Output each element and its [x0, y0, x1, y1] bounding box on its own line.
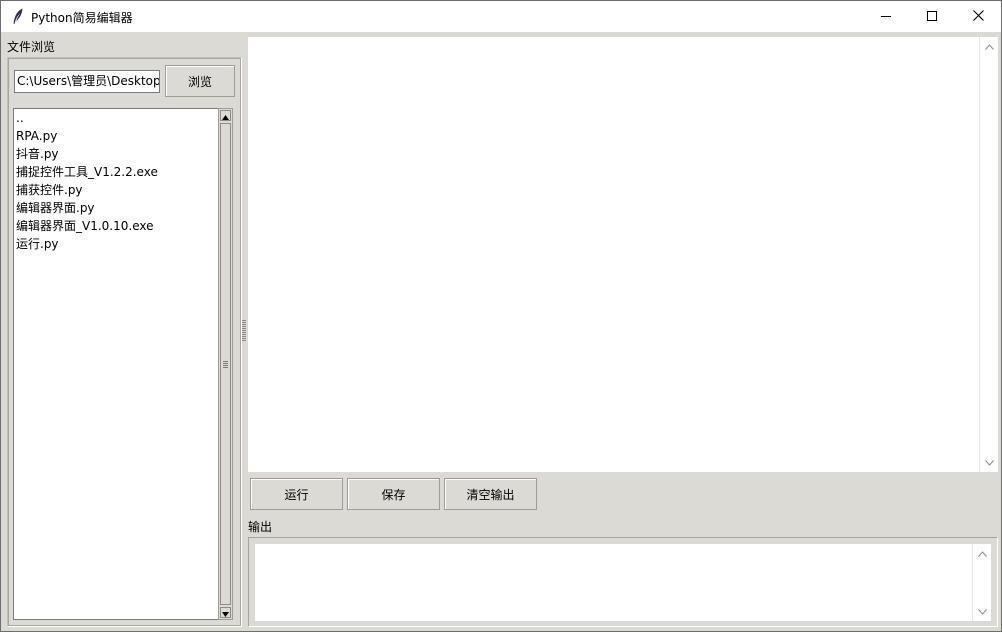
list-item[interactable]: RPA.py [14, 127, 218, 145]
scroll-down-button[interactable] [220, 607, 231, 618]
window-title: Python简易编辑器 [31, 11, 133, 25]
code-editor[interactable] [248, 37, 979, 472]
browse-button-label: 浏览 [187, 74, 212, 89]
file-browser-label: 文件浏览 [7, 40, 56, 54]
close-button[interactable] [955, 1, 1001, 32]
browse-button[interactable]: 浏览 [165, 65, 235, 97]
chevron-down-icon[interactable] [984, 457, 995, 468]
app-window: Python简易编辑器 文件浏览 C:\Users\管理员\Desktop 浏览… [0, 0, 1002, 632]
save-button-label: 保存 [381, 487, 406, 502]
chevron-up-icon[interactable] [984, 41, 995, 52]
file-list[interactable]: .. RPA.py 抖音.py 捕捉控件工具_V1.2.2.exe 捕获控件.py 编辑器… [13, 108, 218, 620]
output-label: 输出 [248, 520, 273, 534]
maximize-icon [927, 10, 937, 24]
grip-icon [223, 361, 228, 369]
chevron-up-icon[interactable] [977, 548, 988, 559]
run-button[interactable]: 运行 [250, 478, 343, 510]
save-button[interactable]: 保存 [347, 478, 440, 510]
output-text[interactable] [255, 544, 972, 621]
scroll-up-button[interactable] [220, 110, 231, 121]
close-icon [972, 9, 984, 24]
editor-scrollbar[interactable] [979, 37, 998, 472]
list-item[interactable]: 编辑器界面_V1.0.10.exe [14, 217, 218, 235]
chevron-down-icon[interactable] [977, 606, 988, 617]
path-input[interactable]: C:\Users\管理员\Desktop [14, 70, 160, 93]
list-item[interactable]: .. [14, 109, 218, 127]
run-button-label: 运行 [284, 487, 309, 502]
list-item[interactable]: 抖音.py [14, 145, 218, 163]
clear-output-button[interactable]: 清空输出 [444, 478, 537, 510]
arrow-up-icon [222, 109, 229, 123]
list-item[interactable]: 编辑器界面.py [14, 199, 218, 217]
client-area: 文件浏览 C:\Users\管理员\Desktop 浏览 .. RPA.py 抖音.… [1, 32, 1001, 631]
clear-output-button-label: 清空输出 [466, 487, 515, 502]
arrow-down-icon [222, 606, 229, 620]
minimize-icon [881, 10, 891, 24]
list-item[interactable]: 捕捉控件工具_V1.2.2.exe [14, 163, 218, 181]
file-list-scrollbar[interactable] [218, 108, 233, 620]
feather-icon [12, 8, 24, 25]
output-scrollbar[interactable] [972, 544, 991, 621]
list-item[interactable]: 运行.py [14, 235, 218, 253]
scroll-thumb[interactable] [220, 123, 231, 605]
title-bar[interactable]: Python简易编辑器 [1, 1, 1001, 32]
maximize-button[interactable] [909, 1, 955, 32]
pane-sash-handle[interactable] [242, 320, 246, 342]
list-item[interactable]: 捕获控件.py [14, 181, 218, 199]
minimize-button[interactable] [863, 1, 909, 32]
